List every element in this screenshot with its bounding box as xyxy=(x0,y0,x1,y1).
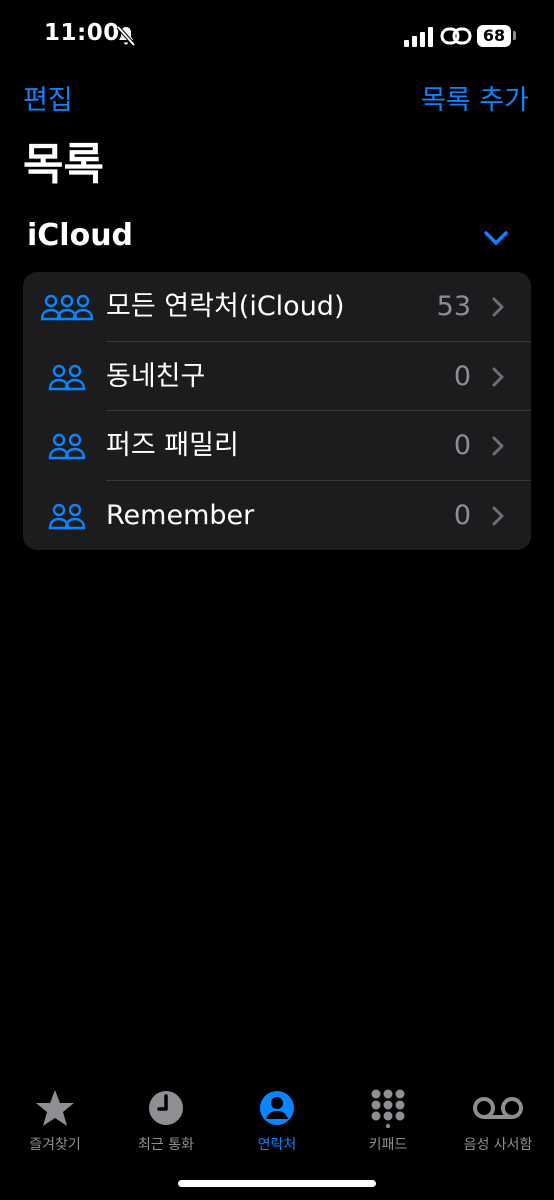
tab-label: 키패드 xyxy=(368,1137,408,1153)
tab-favorites[interactable]: 즐겨찾기 xyxy=(0,1080,110,1154)
list-row-all-contacts[interactable]: 모든 연락처(iCloud) 53 xyxy=(23,272,531,342)
battery-tip xyxy=(513,31,516,40)
voicemail-icon xyxy=(473,1097,523,1119)
group-2-people-icon xyxy=(48,433,86,460)
status-time: 11:00 xyxy=(44,20,120,46)
list-count: 53 xyxy=(436,291,471,322)
chevron-right-icon xyxy=(492,436,504,456)
tab-label: 즐겨찾기 xyxy=(29,1137,81,1153)
chevron-right-icon xyxy=(492,367,504,386)
cellular-signal-icon xyxy=(404,27,433,47)
group-2-people-icon xyxy=(48,503,86,529)
tab-contacts[interactable]: 연락처 xyxy=(222,1080,332,1154)
group-3-people-icon xyxy=(41,294,93,321)
keypad-icon xyxy=(371,1089,405,1128)
tab-label: 최근 통화 xyxy=(138,1137,194,1153)
list-label: Remember xyxy=(106,499,255,531)
star-icon xyxy=(36,1090,74,1126)
list-label: 모든 연락처(iCloud) xyxy=(106,291,345,322)
status-bar: 11:00 68 xyxy=(0,0,554,74)
home-indicator[interactable] xyxy=(178,1180,376,1187)
chevron-down-icon[interactable] xyxy=(482,228,510,248)
clock-icon xyxy=(149,1091,183,1125)
tab-bar: 즐겨찾기 최근 통화 연락처 키패드 음성 사서함 xyxy=(0,1080,554,1170)
chevron-right-icon xyxy=(492,297,504,317)
battery-indicator: 68 xyxy=(477,25,511,47)
tab-label: 음성 사서함 xyxy=(463,1137,533,1153)
bell-slash-icon xyxy=(116,25,136,47)
tab-recents[interactable]: 최근 통화 xyxy=(111,1080,221,1154)
person-circle-icon xyxy=(260,1091,294,1125)
list-row-remember[interactable]: Remember 0 xyxy=(23,481,531,551)
tab-keypad[interactable]: 키패드 xyxy=(333,1080,443,1154)
section-header-icloud: iCloud xyxy=(27,218,134,253)
edit-button[interactable]: 편집 xyxy=(23,78,73,117)
list-count: 0 xyxy=(453,360,471,392)
list-row-fuzz-family[interactable]: 퍼즈 패밀리 0 xyxy=(23,411,531,481)
list-label: 퍼즈 패밀리 xyxy=(106,430,239,461)
personal-hotspot-icon xyxy=(440,27,472,45)
list-count: 0 xyxy=(453,430,471,461)
contact-lists-group: 모든 연락처(iCloud) 53 동네친구 0 퍼즈 패밀리 0 Rememb… xyxy=(23,272,531,550)
add-list-button[interactable]: 목록 추가 xyxy=(421,78,529,117)
tab-label: 연락처 xyxy=(257,1137,297,1153)
chevron-right-icon xyxy=(492,506,504,525)
list-count: 0 xyxy=(453,499,471,531)
group-2-people-icon xyxy=(48,364,86,390)
list-row-neighborhood-friends[interactable]: 동네친구 0 xyxy=(23,342,531,411)
tab-voicemail[interactable]: 음성 사서함 xyxy=(443,1080,553,1154)
page-title: 목록 xyxy=(23,139,104,190)
list-label: 동네친구 xyxy=(106,360,206,392)
